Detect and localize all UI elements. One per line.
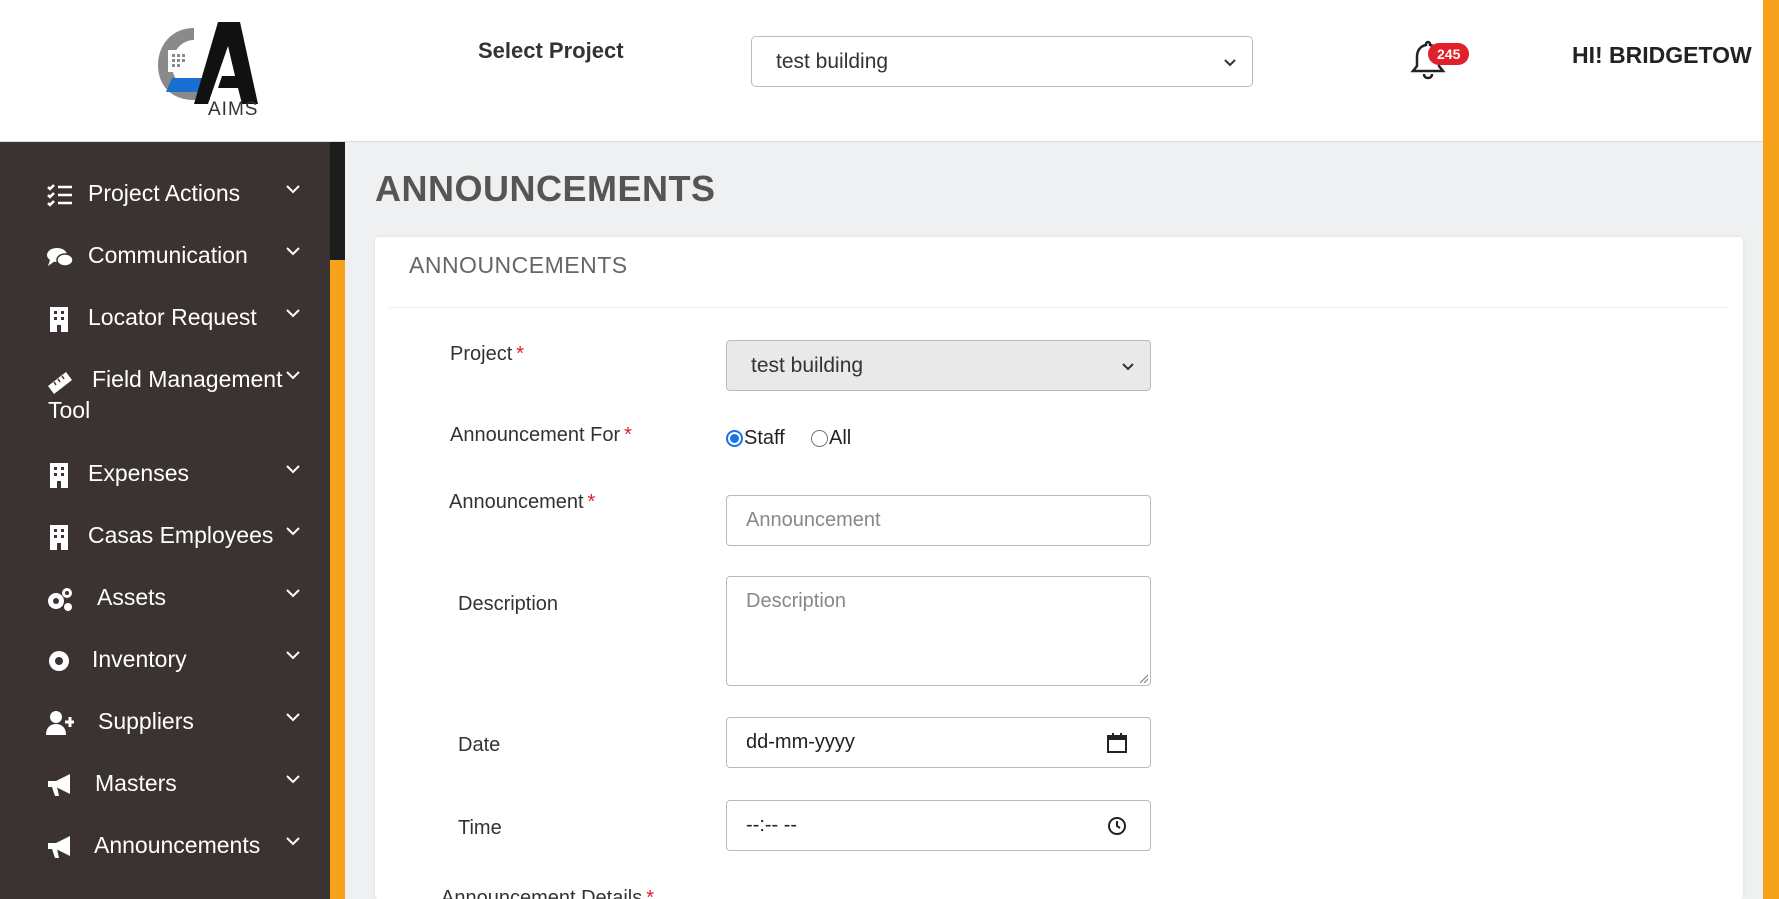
chevron-down-icon: [286, 371, 300, 380]
clock-icon[interactable]: [1106, 815, 1128, 837]
radio-all-control[interactable]: [811, 430, 828, 447]
chevron-down-icon: [286, 185, 300, 194]
chevron-down-icon: [1224, 58, 1236, 66]
announcement-for-label-text: Announcement For: [450, 424, 621, 446]
resize-handle-icon[interactable]: [1138, 673, 1148, 683]
chevron-down-icon: [286, 713, 300, 722]
chevron-down-icon: [286, 309, 300, 318]
project-select[interactable]: test building: [751, 36, 1253, 87]
chevron-down-icon: [286, 837, 300, 846]
radio-staff-label: Staff: [744, 427, 785, 449]
building-icon: [50, 525, 68, 550]
gear-icon: [49, 651, 69, 671]
required-mark: *: [646, 887, 655, 899]
chevron-down-icon: [286, 651, 300, 660]
description-textarea[interactable]: Description: [726, 576, 1151, 686]
sidebar-item-label: Expenses: [88, 460, 190, 486]
project-select-value: test building: [776, 50, 889, 73]
card-title: ANNOUNCEMENTS: [409, 252, 628, 278]
chevron-down-icon: [286, 247, 300, 256]
notification-badge: 245: [1428, 43, 1470, 65]
sidebar-item-label: Inventory: [92, 646, 187, 672]
logo-text: AIMS: [208, 99, 259, 120]
date-placeholder: dd-mm-yyyy: [746, 731, 855, 753]
building-icon: [50, 463, 68, 488]
ruler-icon: [48, 372, 72, 394]
project-field-value: test building: [751, 354, 864, 377]
chevron-down-icon: [286, 527, 300, 536]
chevron-down-icon: [286, 589, 300, 598]
page-scrollbar[interactable]: [1763, 0, 1779, 899]
time-input[interactable]: --:-- --: [726, 800, 1151, 851]
user-plus-icon: [46, 711, 74, 735]
calendar-icon[interactable]: [1106, 732, 1128, 754]
announcement-label-text: Announcement: [449, 491, 584, 513]
project-field-select[interactable]: test building: [726, 340, 1151, 391]
required-mark: *: [624, 424, 632, 446]
description-placeholder: Description: [746, 590, 847, 612]
announcement-details-label: Announcement Details *: [441, 887, 654, 899]
chevron-down-icon: [1122, 362, 1134, 370]
select-project-label: Select Project: [478, 38, 624, 63]
page-title: ANNOUNCEMENTS: [375, 168, 716, 209]
sidebar-item-label: Suppliers: [98, 708, 194, 734]
required-mark: *: [587, 491, 596, 513]
radio-all[interactable]: All: [811, 427, 851, 450]
required-mark: *: [516, 343, 525, 365]
comments-icon: [47, 248, 74, 267]
details-label-text: Announcement Details: [441, 887, 643, 899]
project-label-text: Project: [450, 343, 513, 365]
project-field-label: Project *: [450, 343, 524, 366]
radio-staff[interactable]: Staff: [726, 427, 785, 450]
date-field-label: Date: [458, 734, 501, 756]
sidebar-item-label: Assets: [97, 584, 167, 610]
building-icon: [50, 307, 68, 332]
sidebar-item-label-line2: Tool: [48, 397, 91, 423]
time-field-label: Time: [458, 817, 502, 839]
date-input[interactable]: dd-mm-yyyy: [726, 717, 1151, 768]
radio-all-label: All: [829, 427, 852, 449]
sidebar-item-label: Announcements: [94, 832, 261, 858]
sidebar-item-label: Locator Request: [88, 304, 257, 330]
announcement-input[interactable]: Announcement: [726, 495, 1151, 546]
list-check-icon: [47, 184, 72, 207]
sidebar-item-label: Project Actions: [88, 180, 241, 206]
sidebar-item-label: Masters: [95, 770, 177, 796]
chevron-down-icon: [286, 775, 300, 784]
description-field-label: Description: [458, 593, 559, 615]
chevron-down-icon: [286, 465, 300, 474]
megaphone-icon: [48, 774, 70, 796]
sidebar-item-label: Casas Employees: [88, 522, 274, 548]
announcement-placeholder: Announcement: [746, 509, 881, 531]
sidebar-item-label: Communication: [88, 242, 248, 268]
time-placeholder: --:-- --: [746, 814, 798, 836]
card-divider: [389, 307, 1729, 308]
radio-staff-control[interactable]: [726, 430, 743, 447]
gears-icon: [48, 588, 72, 611]
announcement-field-label: Announcement *: [449, 491, 595, 514]
sidebar-accent-bar: [330, 142, 345, 899]
sidebar-item-label: Field Management: [92, 366, 283, 392]
sidebar: Project Actions Communication Locator Re…: [0, 142, 330, 899]
top-header: AIMS Select Project test building 245 HI…: [0, 0, 1779, 142]
user-greeting[interactable]: HI! BRIDGETOW: [1572, 42, 1752, 69]
megaphone-icon: [48, 836, 70, 858]
announcement-form-card: ANNOUNCEMENTS Project * test building Ann…: [375, 237, 1743, 899]
announcement-for-label: Announcement For *: [450, 424, 632, 447]
